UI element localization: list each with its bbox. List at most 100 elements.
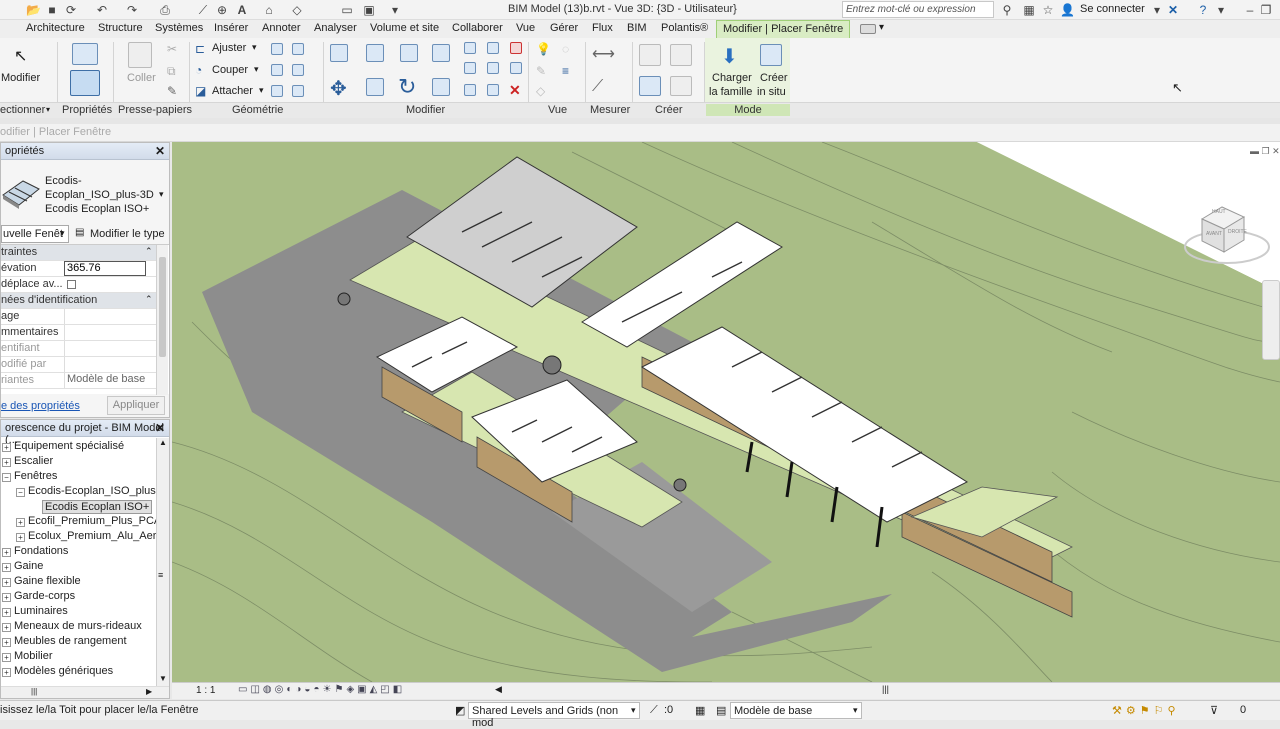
cut-geometry-button[interactable]: Couper [212, 64, 248, 76]
tab-polantis[interactable]: Polantis® [661, 22, 708, 34]
expand-icon[interactable]: + [2, 593, 11, 602]
create-inplace-line2[interactable]: in situ [757, 86, 786, 98]
type-selector-dropdown-icon[interactable]: ▾ [159, 189, 164, 200]
type-name-line1[interactable]: Ecodis- [45, 175, 82, 187]
undo-icon[interactable]: ↶ [95, 3, 109, 17]
search-input[interactable]: Entrez mot-clé ou expression [842, 1, 994, 18]
tree-item[interactable]: + Luminaires [1, 605, 156, 620]
hide-icon[interactable]: ◌ [562, 42, 569, 56]
section-icon[interactable]: ◇ [290, 3, 304, 17]
expand-icon[interactable]: + [16, 518, 25, 527]
workset-dropdown-icon[interactable]: ▾ [631, 705, 636, 716]
trim-icon[interactable] [432, 78, 450, 96]
properties-help-link[interactable]: e des propriétés [1, 400, 80, 412]
expand-icon[interactable]: + [2, 653, 11, 662]
sign-in-dropdown-icon[interactable]: ▾ [1150, 3, 1164, 17]
split-gap-icon[interactable] [487, 84, 499, 96]
viewcube-front-label[interactable]: AVANT [1206, 231, 1222, 237]
adjust-button[interactable]: Ajuster [212, 42, 246, 54]
navigation-bar[interactable] [1262, 280, 1280, 360]
selection-filter-icons[interactable]: ⚒⚙⚑⚐⚲ [1112, 704, 1180, 717]
tab-gerer[interactable]: Gérer [550, 22, 578, 34]
ribbon-toggle-icon[interactable] [860, 24, 876, 34]
minimize-icon[interactable]: – [1243, 3, 1257, 17]
print-icon[interactable]: ⎙ [158, 3, 172, 17]
select-dropdown-icon[interactable]: ▾ [46, 105, 50, 114]
modify-button[interactable]: Modifier [1, 72, 40, 84]
3d-viewport[interactable]: HAUT AVANT DROITE ▬ ❐ ✕ [172, 142, 1280, 682]
sync-icon[interactable]: ⟳ [64, 3, 78, 17]
split-icon[interactable] [487, 42, 499, 54]
tree-item[interactable]: − Fenêtres [1, 470, 156, 485]
move-small-icon[interactable] [464, 42, 476, 54]
attach-dropdown-icon[interactable]: ▾ [259, 85, 264, 96]
tab-analyser[interactable]: Analyser [314, 22, 357, 34]
cut-dropdown-icon[interactable]: ▾ [254, 64, 259, 75]
copy-icon[interactable] [366, 78, 384, 96]
linework-icon[interactable]: ≡ [562, 64, 569, 78]
match-props-icon[interactable]: ✎ [167, 84, 177, 98]
type-properties-icon[interactable] [72, 43, 98, 65]
properties-scroll-thumb[interactable] [159, 257, 166, 357]
instance-filter-select[interactable]: uvelle Fenêt ▾ [1, 225, 69, 243]
adjust-dropdown-icon[interactable]: ▾ [252, 42, 257, 53]
delete-icon[interactable]: ✕ [509, 82, 521, 99]
redo-icon[interactable]: ↷ [125, 3, 139, 17]
expand-icon[interactable]: + [2, 608, 11, 617]
tree-item[interactable]: + Meubles de rangement [1, 635, 156, 650]
tab-systemes[interactable]: Systèmes [155, 22, 203, 34]
tab-vue[interactable]: Vue [516, 22, 535, 34]
properties-close-icon[interactable]: ✕ [155, 144, 165, 158]
rotate-icon[interactable]: ↻ [398, 74, 416, 100]
filter-icon[interactable]: ⊽ [1210, 704, 1218, 717]
type-name-line3[interactable]: Ecodis Ecoplan ISO+ [45, 203, 149, 215]
ribbon-toggle-dropdown-icon[interactable]: ▾ [879, 22, 884, 33]
paint-icon[interactable] [292, 64, 304, 76]
moves-with-checkbox[interactable] [67, 280, 76, 289]
user-icon[interactable]: 👤 [1060, 3, 1075, 17]
tree-item[interactable]: + Escalier [1, 455, 156, 470]
expand-icon[interactable]: + [2, 458, 11, 467]
tree-item[interactable]: + Gaine flexible [1, 575, 156, 590]
tab-annoter[interactable]: Annoter [262, 22, 301, 34]
tab-collaborer[interactable]: Collaborer [452, 22, 503, 34]
dimension-tool-icon[interactable]: ⟋ [592, 78, 603, 96]
trim-extend-icon[interactable] [464, 84, 476, 96]
tab-architecture[interactable]: Architecture [26, 22, 85, 34]
viewcube-right-label[interactable]: DROITE [1228, 229, 1247, 235]
type-name-line2[interactable]: Ecoplan_ISO_plus-3D [45, 189, 154, 201]
mirror-axis-icon[interactable] [400, 44, 418, 62]
filter-dropdown-icon[interactable]: ▾ [60, 228, 65, 239]
favorites-icon[interactable]: ☆ [1041, 3, 1055, 17]
section-identity[interactable]: nées d'identification ⌃ [1, 293, 156, 309]
view-tools-icons[interactable]: ▭◫◍◎◐◑◒◓☀⚑◈▣◭◰◧ [238, 684, 405, 695]
edit-type-button[interactable]: Modifier le type [90, 228, 165, 240]
tree-item[interactable]: −Ecodis-Ecoplan_ISO_plus-3D [1, 485, 156, 500]
expand-icon[interactable]: + [2, 638, 11, 647]
collapse-icon[interactable]: − [16, 488, 25, 497]
expand-icon[interactable]: + [16, 533, 25, 542]
switch-windows-icon[interactable]: ▣ [362, 3, 376, 17]
browser-v-scrollbar[interactable]: ▲ ≡ ▼ [156, 438, 169, 686]
tree-item[interactable]: Ecodis Ecoplan ISO+ [1, 500, 156, 515]
collapse-icon[interactable]: − [2, 473, 11, 482]
expand-icon[interactable]: + [2, 668, 11, 677]
paste-button[interactable]: Coller [127, 72, 156, 84]
expand-icon[interactable]: + [2, 623, 11, 632]
dimension-icon[interactable]: ⊕ [215, 3, 229, 17]
load-family-line2[interactable]: la famille [709, 86, 752, 98]
join-icon[interactable] [271, 43, 283, 55]
design-option-select[interactable]: Modèle de base ▾ [730, 702, 862, 719]
open-icon[interactable]: 📂 [26, 3, 41, 17]
mirror-draw-icon[interactable] [432, 44, 450, 62]
expand-icon[interactable]: + [2, 563, 11, 572]
tree-item[interactable]: + Garde-corps [1, 590, 156, 605]
save-icon[interactable]: ■ [45, 3, 59, 17]
tree-item[interactable]: +Ecofil_Premium_Plus_PCA_1( [1, 515, 156, 530]
browser-h-scrollbar[interactable]: ||| ▶ [1, 686, 169, 698]
elevation-input[interactable]: 365.76 [64, 261, 146, 276]
maximize-icon[interactable]: ❐ [1259, 3, 1273, 17]
wall-joins-icon[interactable] [292, 43, 304, 55]
move-icon[interactable]: ✥ [330, 76, 347, 101]
binoculars-icon[interactable]: ⚲ [1000, 3, 1014, 17]
